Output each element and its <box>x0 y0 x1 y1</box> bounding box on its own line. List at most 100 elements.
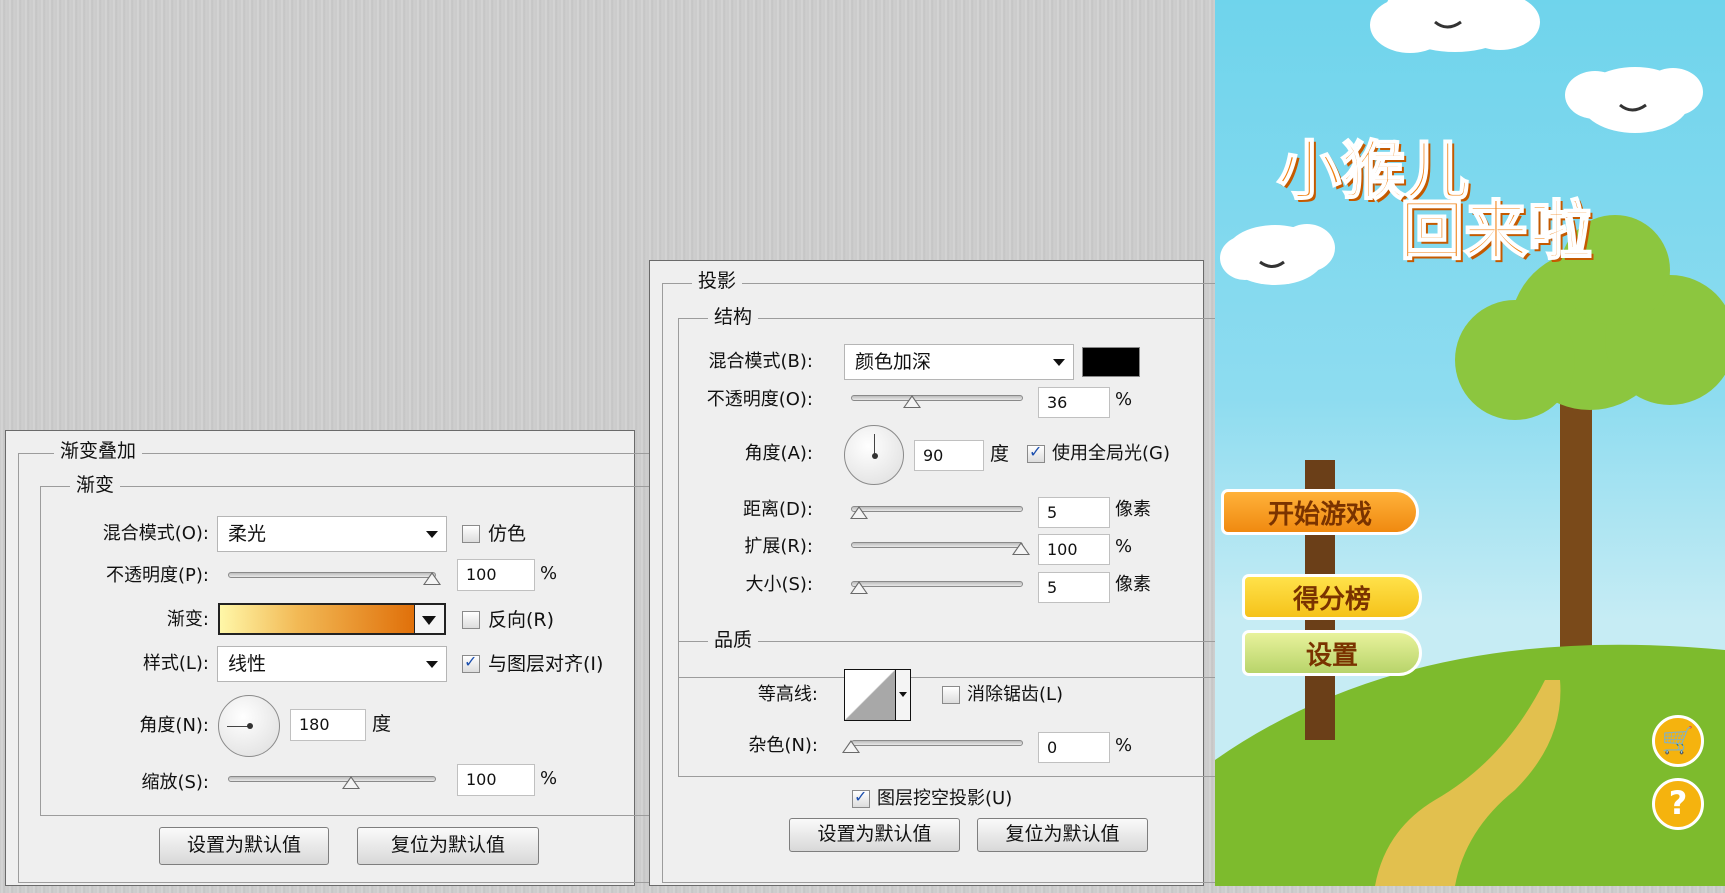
dither-label: 仿色 <box>488 523 527 545</box>
scale-label: 缩放(S): <box>141 772 209 793</box>
scale-slider-thumb[interactable] <box>342 776 360 789</box>
shadow-opacity-label: 不透明度(O): <box>706 389 813 410</box>
distance-slider-thumb[interactable] <box>850 506 868 519</box>
angle-dial-center <box>247 723 253 729</box>
distance-slider-track[interactable] <box>851 506 1023 512</box>
game-title-line2: 回来啦 <box>1399 194 1593 270</box>
style-label: 样式(L): <box>142 653 209 674</box>
opacity-input[interactable]: 100 <box>457 559 535 591</box>
use-global-light-label: 使用全局光(G) <box>1052 443 1170 464</box>
noise-slider-thumb[interactable] <box>842 740 860 753</box>
noise-unit: % <box>1115 735 1133 756</box>
contour-picker[interactable] <box>844 669 896 721</box>
noise-slider-track[interactable] <box>851 740 1023 746</box>
spread-label: 扩展(R): <box>744 536 813 557</box>
chevron-down-icon <box>426 661 438 668</box>
scale-input[interactable]: 100 <box>457 764 535 796</box>
shadow-color-swatch[interactable] <box>1082 347 1140 377</box>
size-input[interactable]: 5 <box>1038 572 1110 603</box>
gradient-section-title: 渐变 <box>70 473 121 497</box>
noise-input[interactable]: 0 <box>1038 732 1110 763</box>
style-select[interactable]: 线性 <box>217 646 447 682</box>
size-slider-thumb[interactable] <box>850 581 868 594</box>
align-with-layer-label: 与图层对齐(I) <box>488 653 604 675</box>
settings-button[interactable]: 设置 <box>1242 630 1422 676</box>
scale-unit: % <box>540 768 558 789</box>
knockout-shadow-label: 图层挖空投影(U) <box>877 788 1013 809</box>
distance-label: 距离(D): <box>743 499 813 520</box>
spread-slider-thumb[interactable] <box>1012 542 1030 555</box>
shadow-angle-label: 角度(A): <box>744 443 813 464</box>
quality-section-title: 品质 <box>708 628 759 652</box>
opacity-slider-thumb[interactable] <box>423 572 441 585</box>
angle-unit: 度 <box>372 713 392 735</box>
noise-label: 杂色(N): <box>748 735 818 756</box>
reset-to-default-button[interactable]: 复位为默认值 <box>357 827 539 865</box>
shadow-angle-dial[interactable] <box>844 425 904 485</box>
leaderboard-button[interactable]: 得分榜 <box>1242 574 1422 620</box>
contour-dropdown-button[interactable] <box>895 669 911 721</box>
structure-section-title: 结构 <box>708 305 759 329</box>
shadow-opacity-unit: % <box>1115 389 1133 410</box>
anti-aliased-checkbox[interactable] <box>942 686 960 704</box>
gradient-label: 渐变: <box>166 609 209 630</box>
distance-unit: 像素 <box>1115 499 1151 520</box>
angle-input[interactable]: 180 <box>290 709 366 741</box>
shadow-angle-dial-center <box>872 453 878 459</box>
hill <box>1215 644 1725 886</box>
opacity-slider-track[interactable] <box>228 572 436 578</box>
cloud-smiley-top <box>1370 0 1540 53</box>
start-game-button[interactable]: 开始游戏 <box>1221 489 1419 535</box>
dither-checkbox[interactable] <box>462 525 480 543</box>
scale-slider-track[interactable] <box>228 776 436 782</box>
shadow-opacity-slider-thumb[interactable] <box>903 395 921 408</box>
blend-mode-value: 柔光 <box>228 523 267 545</box>
drop-shadow-panel: 投影 结构 混合模式(B): 颜色加深 不透明度(O): 36 % 角度(A):… <box>649 260 1238 886</box>
size-label: 大小(S): <box>745 574 813 595</box>
shadow-angle-input[interactable]: 90 <box>914 440 984 471</box>
knockout-shadow-checkbox[interactable] <box>852 787 870 808</box>
angle-dial[interactable] <box>218 695 280 757</box>
gradient-overlay-title: 渐变叠加 <box>54 439 143 463</box>
gradient-swatch[interactable] <box>218 603 416 635</box>
gradient-picker-button[interactable] <box>414 603 446 635</box>
question-icon[interactable]: ? <box>1652 778 1704 830</box>
shadow-opacity-slider-track[interactable] <box>851 395 1023 401</box>
shadow-blend-mode-value: 颜色加深 <box>855 351 932 373</box>
cloud-smiley-right <box>1565 67 1703 133</box>
chevron-down-icon <box>1053 359 1065 366</box>
distance-input[interactable]: 5 <box>1038 497 1110 528</box>
shadow-angle-unit: 度 <box>990 443 1010 465</box>
spread-slider-track[interactable] <box>851 542 1023 548</box>
reverse-label: 反向(R) <box>488 609 555 631</box>
gradient-overlay-panel: 渐变叠加 渐变 混合模式(O): 柔光 仿色 不透明度(P): 100 % 渐变… <box>5 430 660 886</box>
reverse-checkbox[interactable] <box>462 611 480 629</box>
shadow-blend-mode-select[interactable]: 颜色加深 <box>844 344 1074 380</box>
spread-unit: % <box>1115 536 1133 557</box>
spread-input[interactable]: 100 <box>1038 534 1110 565</box>
style-value: 线性 <box>228 653 267 675</box>
shadow-set-as-default-button[interactable]: 设置为默认值 <box>789 818 960 852</box>
shadow-blend-mode-label: 混合模式(B): <box>708 351 813 372</box>
use-global-light-checkbox[interactable] <box>1027 442 1045 463</box>
contour-label: 等高线: <box>757 684 818 705</box>
cart-icon[interactable]: 🛒 <box>1652 715 1704 767</box>
size-unit: 像素 <box>1115 574 1151 595</box>
chevron-down-icon <box>426 531 438 538</box>
align-with-layer-checkbox[interactable] <box>462 652 480 673</box>
size-slider-track[interactable] <box>851 581 1023 587</box>
chevron-down-icon <box>899 692 907 697</box>
blend-mode-label: 混合模式(O): <box>102 523 209 544</box>
shadow-opacity-input[interactable]: 36 <box>1038 387 1110 418</box>
blend-mode-select[interactable]: 柔光 <box>217 516 447 552</box>
anti-aliased-label: 消除锯齿(L) <box>967 684 1064 705</box>
chevron-down-icon <box>422 616 436 625</box>
cloud-smiley-left <box>1220 224 1335 285</box>
game-preview: 小猴儿 回来啦 开始游戏 得分榜 设置 🛒 ? <box>1215 0 1725 886</box>
angle-label: 角度(N): <box>139 715 209 736</box>
set-as-default-button[interactable]: 设置为默认值 <box>159 827 329 865</box>
opacity-unit: % <box>540 563 558 584</box>
drop-shadow-title: 投影 <box>692 269 743 293</box>
opacity-label: 不透明度(P): <box>106 565 209 586</box>
shadow-reset-to-default-button[interactable]: 复位为默认值 <box>977 818 1148 852</box>
